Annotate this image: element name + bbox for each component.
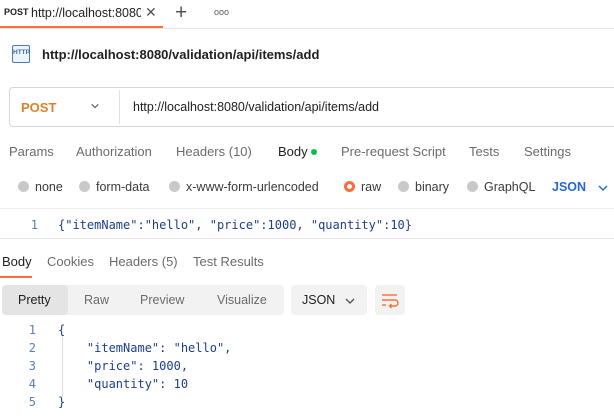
request-tab[interactable]: POST http://localhost:8080/validation/ap… xyxy=(0,0,163,28)
tab-pre-request-script[interactable]: Pre-request Script xyxy=(341,144,446,159)
body-format-select[interactable]: JSON xyxy=(552,180,586,194)
status-dot xyxy=(311,149,317,155)
response-line-number: 5 xyxy=(28,395,36,409)
request-name[interactable]: http://localhost:8080/validation/api/ite… xyxy=(42,47,319,62)
response-line: "price": 1000, xyxy=(58,359,189,373)
method-select[interactable]: POST xyxy=(21,100,56,115)
tab-title: http://localhost:8080/validation/api/ite… xyxy=(31,6,141,20)
url-divider xyxy=(119,90,120,124)
view-pretty[interactable]: Pretty xyxy=(18,293,51,307)
response-tab-headers[interactable]: Headers (5) xyxy=(109,254,178,269)
more-icon[interactable]: ooo xyxy=(214,7,229,17)
tab-body[interactable]: Body xyxy=(278,144,308,159)
wrap-lines-icon xyxy=(382,294,399,309)
editor-line-number: 1 xyxy=(30,218,38,232)
response-line-number: 3 xyxy=(28,359,36,373)
tab-settings[interactable]: Settings xyxy=(524,144,571,159)
radio-label-none[interactable]: none xyxy=(35,180,63,194)
response-tab-body[interactable]: Body xyxy=(2,254,32,269)
http-icon: HTTP xyxy=(12,45,30,63)
editor-divider xyxy=(0,208,614,209)
radio-none[interactable] xyxy=(18,181,29,192)
editor-divider xyxy=(0,238,614,239)
tab-tests[interactable]: Tests xyxy=(469,144,499,159)
chevron-down-icon[interactable] xyxy=(91,102,99,110)
radio-label-x-www-form-urlencoded[interactable]: x-www-form-urlencoded xyxy=(186,180,319,194)
tab-params[interactable]: Params xyxy=(9,144,54,159)
active-tab-indicator xyxy=(0,276,32,278)
response-line: { xyxy=(58,323,66,337)
request-body-editor[interactable]: {"itemName":"hello", "price":1000, "quan… xyxy=(58,218,412,232)
radio-label-form-data[interactable]: form-data xyxy=(96,180,150,194)
url-input[interactable]: http://localhost:8080/validation/api/ite… xyxy=(133,100,379,114)
http-icon-label: HTTP xyxy=(13,49,30,56)
add-tab-icon[interactable]: + xyxy=(175,1,187,25)
tab-headers[interactable]: Headers (10) xyxy=(176,144,252,159)
response-format-label[interactable]: JSON xyxy=(302,293,335,307)
radio-x-www-form-urlencoded[interactable] xyxy=(169,181,180,192)
radio-label-raw[interactable]: raw xyxy=(361,180,381,194)
view-raw[interactable]: Raw xyxy=(84,293,109,307)
chevron-down-icon[interactable] xyxy=(598,184,608,192)
response-line-number: 2 xyxy=(28,341,36,355)
view-preview[interactable]: Preview xyxy=(140,293,184,307)
response-tab-cookies[interactable]: Cookies xyxy=(47,254,94,269)
radio-raw[interactable] xyxy=(344,181,355,192)
close-icon[interactable]: ✕ xyxy=(145,4,157,21)
response-line-number: 1 xyxy=(28,323,36,337)
view-visualize[interactable]: Visualize xyxy=(217,293,267,307)
radio-binary[interactable] xyxy=(398,181,409,192)
tab-method: POST xyxy=(4,7,29,17)
radio-label-graphql[interactable]: GraphQL xyxy=(484,180,535,194)
response-line: "itemName": "hello", xyxy=(58,341,232,355)
tab-authorization[interactable]: Authorization xyxy=(76,144,152,159)
wrap-lines-button[interactable] xyxy=(375,285,405,315)
response-line: } xyxy=(58,395,66,409)
response-line: "quantity": 10 xyxy=(58,377,189,391)
radio-graphql[interactable] xyxy=(467,181,478,192)
radio-form-data[interactable] xyxy=(79,181,90,192)
chevron-down-icon[interactable] xyxy=(345,297,355,305)
radio-label-binary[interactable]: binary xyxy=(415,180,449,194)
response-line-number: 4 xyxy=(28,377,36,391)
response-tab-test-results[interactable]: Test Results xyxy=(193,254,264,269)
